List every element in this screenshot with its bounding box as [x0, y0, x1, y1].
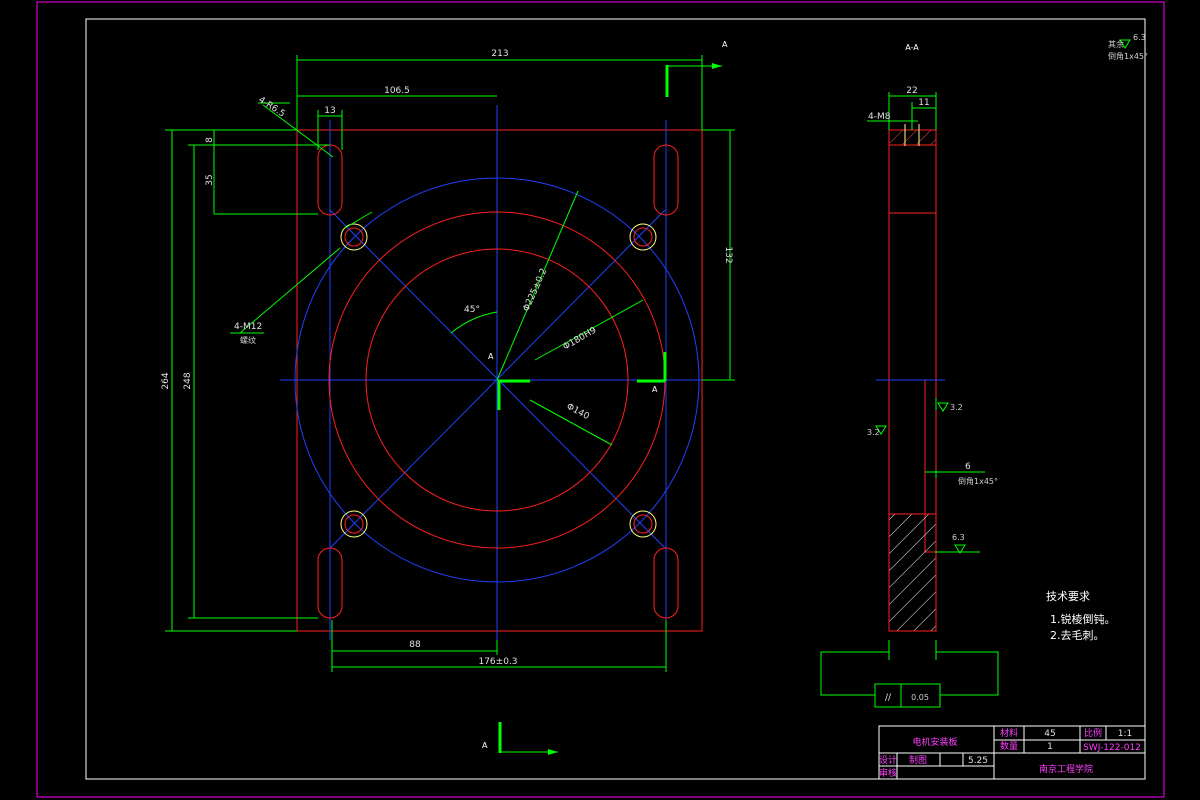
dim-slot-length: 35 — [205, 174, 215, 185]
tb-drawing-no: SWJ-122-012 — [1083, 743, 1141, 753]
roughness-corner: 6.3 其余 倒角1x45° — [1108, 33, 1148, 61]
dim-bottom-half: 88 — [409, 640, 421, 650]
tb-date: 5.25 — [968, 756, 988, 766]
dim-height-inner: 248 — [183, 372, 193, 389]
dim-hole-callout: 4-M12 — [234, 322, 262, 332]
dim-slot-offset: 13 — [324, 106, 335, 116]
side-dim-chamfer: 倒角1x45° — [958, 476, 998, 486]
outer-frame — [36, 1, 1165, 798]
threaded-hole-br — [629, 510, 657, 538]
tech-req-item-2: 2.去毛刺。 — [1050, 629, 1105, 642]
section-label-top: A — [722, 40, 728, 49]
rough-a: 3.2 — [950, 403, 963, 412]
side-dim-depth: 6 — [965, 462, 971, 472]
tolerance-value: 0.05 — [911, 693, 929, 702]
tb-drawer-label: 制图 — [909, 754, 927, 766]
front-dimension-lines — [165, 55, 735, 672]
dim-pcd: Φ225±0.2 — [522, 267, 550, 313]
inner-frame — [85, 18, 1146, 780]
dim-hole-note: 螺纹 — [240, 335, 256, 345]
tech-req-item-1: 1.锐棱倒钝。 — [1050, 612, 1116, 626]
dim-height-total: 264 — [161, 372, 171, 389]
dim-top-small: 8 — [205, 137, 215, 143]
rough-b: 3.2 — [867, 428, 880, 437]
corner-rough-label-b: 倒角1x45° — [1108, 51, 1148, 61]
corner-rough-value: 6.3 — [1133, 33, 1146, 42]
dim-width-total: 213 — [491, 49, 508, 59]
side-dim-thread: 4-M8 — [868, 112, 891, 122]
section-label-center-left: A — [488, 352, 494, 361]
side-dim-width: 22 — [906, 86, 917, 96]
dim-right-half: 132 — [723, 246, 733, 263]
side-top-hatch — [888, 129, 937, 146]
dim-angle: 45° — [464, 305, 480, 315]
dim-bottom-total: 176±0.3 — [478, 657, 517, 667]
tb-scale-label: 比例 — [1084, 727, 1102, 739]
tb-scale-value: 1:1 — [1118, 729, 1132, 739]
dim-ring-outer: Φ180H9 — [562, 325, 599, 352]
tb-material-value: 45 — [1044, 729, 1055, 739]
side-bottom-hatch — [888, 513, 937, 632]
tolerance-frame: // 0.05 — [820, 640, 999, 708]
bottom-section-arrowhead — [548, 749, 558, 755]
tb-designer-label: 设计 — [879, 754, 897, 766]
tb-part-name: 电机安装板 — [912, 736, 957, 748]
top-section-arrowhead — [712, 63, 722, 69]
tb-school: 南京工程学院 — [1039, 763, 1093, 775]
tolerance-symbol: // — [885, 693, 892, 703]
tb-check-label: 审核 — [879, 767, 897, 779]
roughness-mark-a — [937, 402, 949, 412]
tech-req-title: 技术要求 — [1046, 590, 1090, 603]
section-label-bottom: A — [482, 741, 488, 750]
title-block: 电机安装板 材料 45 比例 1:1 数量 1 SWJ-122-012 设计 制… — [878, 725, 1146, 780]
cad-drawing: 213 106.5 13 4-R6.5 8 35 264 248 132 88 … — [36, 1, 1165, 798]
side-view: A-A 22 11 4-M8 6 倒角1x45° 3.2 3.2 6.3 — [867, 43, 998, 632]
tech-requirements: 技术要求 1.锐棱倒钝。 2.去毛刺。 — [1046, 590, 1116, 642]
tb-qty-value: 1 — [1047, 742, 1053, 752]
rough-c: 6.3 — [952, 533, 965, 542]
tb-material-label: 材料 — [1000, 727, 1018, 739]
section-label-center-right: A — [652, 385, 658, 394]
side-view-title: A-A — [905, 43, 919, 52]
dim-slot-callout: 4-R6.5 — [256, 95, 286, 119]
dim-ring-inner: Φ140 — [565, 402, 591, 422]
front-view: 213 106.5 13 4-R6.5 8 35 264 248 132 88 … — [161, 40, 735, 755]
dim-half-width: 106.5 — [384, 86, 410, 96]
side-dim-step: 11 — [918, 98, 929, 108]
threaded-hole-tr — [629, 223, 657, 251]
tb-qty-label: 数量 — [1000, 740, 1018, 752]
corner-rough-label-a: 其余 — [1108, 39, 1124, 49]
